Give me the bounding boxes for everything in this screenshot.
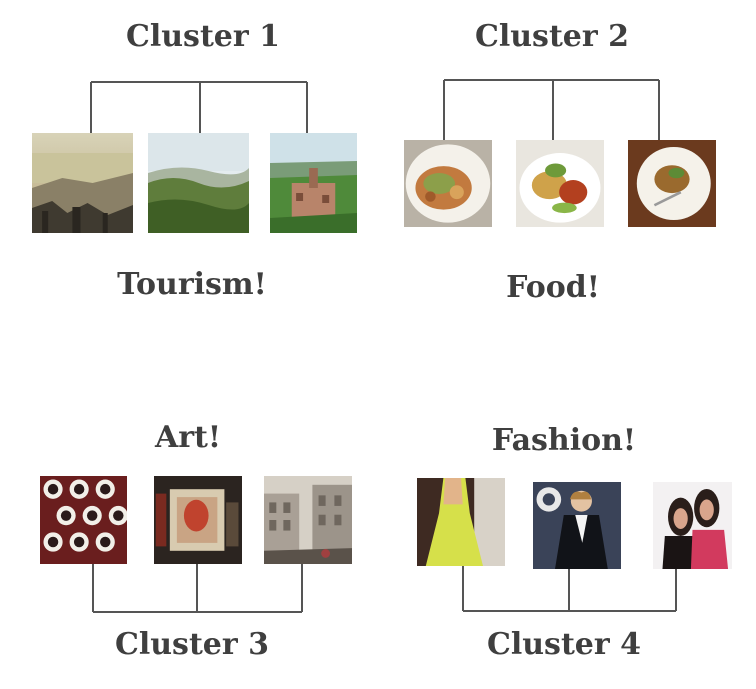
cluster-1-photo-city bbox=[32, 133, 133, 233]
cluster-3-photo-painting bbox=[154, 476, 242, 564]
cluster-4-title: Cluster 4 bbox=[486, 627, 642, 662]
cluster-2-connector bbox=[443, 79, 660, 140]
cluster-1-photo-hills bbox=[148, 133, 249, 233]
cluster-1-title: Cluster 1 bbox=[125, 19, 281, 54]
cluster-2-caption: Food! bbox=[506, 270, 600, 305]
cluster-3-caption: Art! bbox=[154, 420, 222, 455]
cluster-4-caption: Fashion! bbox=[491, 423, 637, 458]
cluster-4-connector bbox=[462, 566, 677, 612]
cluster-3-photo-street bbox=[264, 476, 352, 564]
cluster-4-photo-two-women bbox=[653, 482, 732, 569]
cluster-2-photo-dish-3 bbox=[628, 140, 716, 227]
cluster-3-connector bbox=[92, 564, 303, 613]
cluster-2-photo-dish-1 bbox=[404, 140, 492, 227]
cluster-3-photo-paint-cups bbox=[40, 476, 127, 564]
cluster-4-photo-tuxedo bbox=[533, 482, 621, 569]
cluster-1-connector bbox=[90, 81, 308, 133]
cluster-4-photo-yellow-dress bbox=[417, 478, 505, 566]
cluster-2-title: Cluster 2 bbox=[474, 19, 630, 54]
cluster-1-caption: Tourism! bbox=[117, 267, 267, 302]
cluster-2-photo-dish-2 bbox=[516, 140, 604, 227]
cluster-1-photo-town bbox=[270, 133, 357, 233]
cluster-3-title: Cluster 3 bbox=[114, 627, 270, 662]
